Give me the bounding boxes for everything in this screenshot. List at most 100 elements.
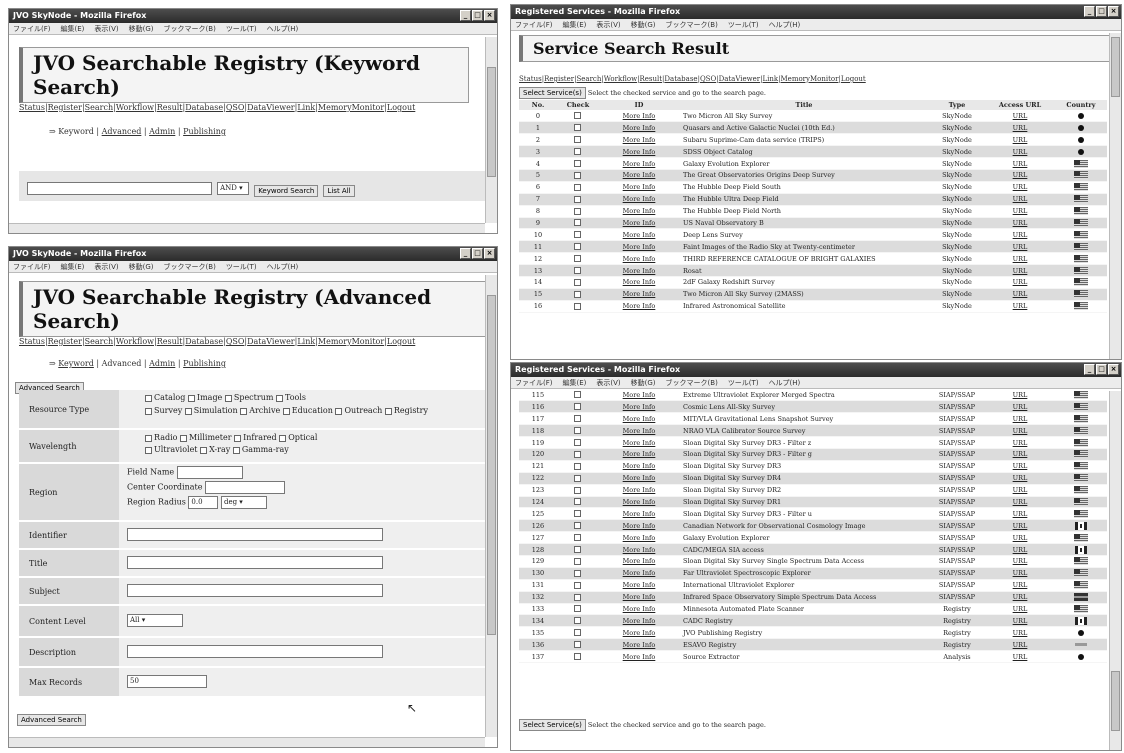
more-info-link[interactable]: More Info	[599, 472, 679, 485]
row-checkbox[interactable]	[573, 415, 581, 423]
nav-register[interactable]: Register	[48, 103, 82, 112]
vertical-scrollbar[interactable]	[1109, 33, 1121, 359]
subnav-publishing[interactable]: Publishing	[183, 359, 226, 368]
access-url-link[interactable]: URL	[985, 591, 1055, 604]
access-url-link[interactable]: URL	[985, 389, 1055, 402]
access-url-link[interactable]: URL	[985, 110, 1055, 123]
nav-dataviewer[interactable]: DataViewer	[247, 337, 295, 346]
nav-search[interactable]: Search	[85, 103, 113, 112]
menu-tools[interactable]: ツール(T)	[728, 377, 759, 388]
close-icon[interactable]: ×	[484, 248, 495, 259]
access-url-link[interactable]: URL	[985, 436, 1055, 449]
row-checkbox[interactable]	[573, 557, 581, 565]
description-input[interactable]	[127, 645, 383, 658]
row-checkbox[interactable]	[573, 148, 581, 156]
content-level-select[interactable]: All ▾	[127, 614, 183, 627]
minimize-icon[interactable]: _	[460, 10, 471, 21]
more-info-link[interactable]: More Info	[599, 531, 679, 545]
keyword-input[interactable]	[27, 182, 212, 195]
row-checkbox[interactable]	[573, 267, 581, 275]
row-checkbox[interactable]	[573, 450, 581, 458]
nav-status[interactable]: Status	[19, 103, 45, 112]
row-checkbox[interactable]	[573, 581, 581, 589]
list-all-button[interactable]: List All	[323, 185, 355, 197]
more-info-link[interactable]: More Info	[599, 264, 679, 277]
access-url-link[interactable]: URL	[985, 181, 1055, 194]
more-info-link[interactable]: More Info	[599, 217, 679, 230]
row-checkbox[interactable]	[573, 207, 581, 215]
more-info-link[interactable]: More Info	[599, 181, 679, 194]
more-info-link[interactable]: More Info	[599, 519, 679, 533]
subnav-admin[interactable]: Admin	[149, 127, 175, 136]
access-url-link[interactable]: URL	[985, 579, 1055, 592]
access-url-link[interactable]: URL	[985, 205, 1055, 218]
menu-view[interactable]: 表示(V)	[596, 19, 620, 30]
row-checkbox[interactable]	[573, 136, 581, 144]
more-info-link[interactable]: More Info	[599, 484, 679, 497]
access-url-link[interactable]: URL	[985, 288, 1055, 301]
menu-edit[interactable]: 編集(E)	[563, 19, 587, 30]
menu-go[interactable]: 移動(G)	[631, 377, 656, 388]
row-checkbox[interactable]	[573, 160, 581, 167]
nav-logout[interactable]: Logout	[387, 337, 415, 346]
access-url-link[interactable]: URL	[985, 650, 1055, 663]
menu-edit[interactable]: 編集(E)	[61, 261, 85, 272]
more-info-link[interactable]: More Info	[599, 507, 679, 521]
access-url-link[interactable]: URL	[985, 157, 1055, 170]
checkbox-millimeter[interactable]: Millimeter	[180, 433, 232, 442]
access-url-link[interactable]: URL	[985, 472, 1055, 485]
row-checkbox[interactable]	[573, 195, 581, 203]
access-url-link[interactable]: URL	[985, 638, 1055, 652]
row-checkbox[interactable]	[573, 290, 581, 298]
row-checkbox[interactable]	[573, 243, 581, 251]
nav-dataviewer[interactable]: DataViewer	[247, 103, 295, 112]
access-url-link[interactable]: URL	[985, 145, 1055, 159]
row-checkbox[interactable]	[573, 522, 581, 530]
row-checkbox[interactable]	[573, 605, 581, 613]
access-url-link[interactable]: URL	[985, 276, 1055, 289]
menu-bookmarks[interactable]: ブックマーク(B)	[164, 261, 216, 272]
row-checkbox[interactable]	[573, 183, 581, 191]
row-checkbox[interactable]	[573, 593, 581, 601]
row-checkbox[interactable]	[573, 171, 581, 179]
nav-link[interactable]: Link	[297, 103, 315, 112]
vertical-scrollbar[interactable]	[1109, 391, 1121, 750]
more-info-link[interactable]: More Info	[599, 133, 679, 147]
nav-database[interactable]: Database	[185, 103, 223, 112]
access-url-link[interactable]: URL	[985, 460, 1055, 473]
menu-view[interactable]: 表示(V)	[596, 377, 620, 388]
access-url-link[interactable]: URL	[985, 448, 1055, 461]
minimize-icon[interactable]: _	[460, 248, 471, 259]
menu-tools[interactable]: ツール(T)	[226, 23, 257, 34]
more-info-link[interactable]: More Info	[599, 591, 679, 604]
nav-search[interactable]: Search	[85, 337, 113, 346]
select-services-button[interactable]: Select Service(s)	[519, 719, 586, 731]
checkbox-catalog[interactable]: Catalog	[145, 393, 185, 402]
nav-memorymonitor[interactable]: MemoryMonitor	[318, 103, 384, 112]
row-checkbox[interactable]	[573, 617, 581, 625]
checkbox-archive[interactable]: Archive	[240, 406, 280, 415]
more-info-link[interactable]: More Info	[599, 579, 679, 592]
access-url-link[interactable]: URL	[985, 300, 1055, 313]
menu-file[interactable]: ファイル(F)	[515, 377, 553, 388]
nav-link[interactable]: Link	[297, 337, 315, 346]
scroll-thumb[interactable]	[1111, 37, 1120, 97]
access-url-link[interactable]: URL	[985, 496, 1055, 509]
row-checkbox[interactable]	[573, 462, 581, 470]
row-checkbox[interactable]	[573, 302, 581, 310]
nav-result[interactable]: Result	[157, 337, 183, 346]
access-url-link[interactable]: URL	[985, 555, 1055, 568]
access-url-link[interactable]: URL	[985, 169, 1055, 182]
subnav-keyword[interactable]: Keyword	[58, 127, 94, 136]
menu-help[interactable]: ヘルプ(H)	[267, 23, 299, 34]
nav-register[interactable]: Register	[544, 75, 574, 83]
subnav-publishing[interactable]: Publishing	[183, 127, 226, 136]
checkbox-outreach[interactable]: Outreach	[335, 406, 382, 415]
more-info-link[interactable]: More Info	[599, 157, 679, 170]
close-icon[interactable]: ×	[1108, 364, 1119, 375]
access-url-link[interactable]: URL	[985, 264, 1055, 277]
nav-memorymonitor[interactable]: MemoryMonitor	[318, 337, 384, 346]
access-url-link[interactable]: URL	[985, 543, 1055, 556]
more-info-link[interactable]: More Info	[599, 626, 679, 640]
nav-register[interactable]: Register	[48, 337, 82, 346]
